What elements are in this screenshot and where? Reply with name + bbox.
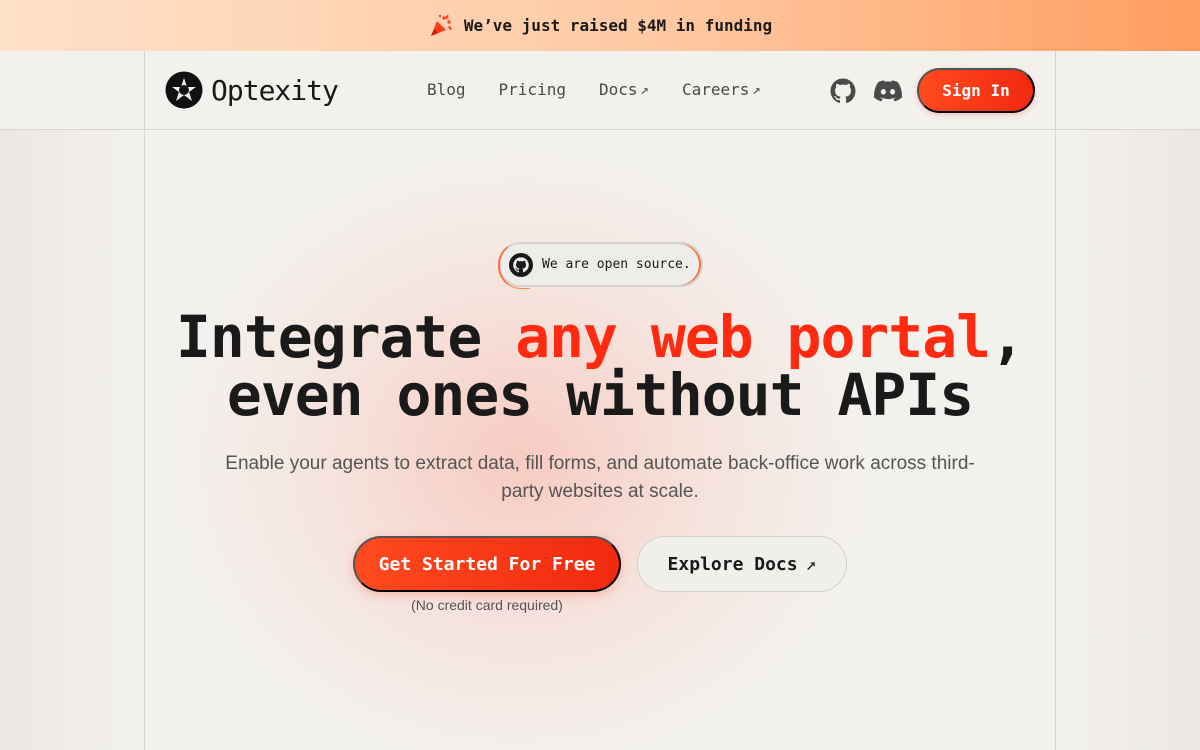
right-gutter [1056,130,1200,750]
nav-divider [0,129,1200,130]
get-started-button[interactable]: Get Started For Free [353,536,621,592]
nav-link-careers[interactable]: Careers ↗ [682,80,761,99]
frame-right-border [1055,51,1056,750]
nav-link-docs[interactable]: Docs ↗ [599,80,649,99]
optexity-logo-icon [165,71,203,109]
hero-headline: Integrate any web portal, even ones with… [145,308,1055,424]
badge-text: We are open source. [542,257,691,272]
github-icon [509,252,533,277]
external-link-icon: ↗ [805,553,817,575]
external-link-icon: ↗ [752,81,761,98]
brand-name: Optexity [211,73,339,107]
open-source-badge[interactable]: We are open source. [498,242,703,289]
no-credit-card-note: (No credit card required) [411,597,563,613]
brand-logo[interactable]: Optexity [165,71,339,109]
discord-icon[interactable] [874,78,902,104]
nav-links: Blog Pricing Docs ↗ Careers ↗ [427,80,761,99]
announcement-text: We’ve just raised $4M in funding [463,16,773,35]
sign-in-button[interactable]: Sign In [917,68,1035,113]
external-link-icon: ↗ [640,81,649,98]
headline-line-2: even ones without APIs [226,361,974,429]
party-popper-icon [428,13,454,39]
nav-link-blog[interactable]: Blog [427,80,466,99]
top-nav: Optexity Blog Pricing Docs ↗ Careers ↗ S… [145,52,1055,129]
explore-docs-button[interactable]: Explore Docs ↗ [637,536,847,592]
left-gutter [0,130,144,750]
hero-subtitle: Enable your agents to extract data, fill… [225,453,975,502]
nav-link-pricing[interactable]: Pricing [499,80,566,99]
announcement-banner[interactable]: We’ve just raised $4M in funding [0,0,1200,51]
github-icon[interactable] [830,78,856,104]
